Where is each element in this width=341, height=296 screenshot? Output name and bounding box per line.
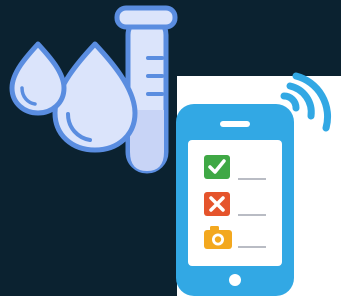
camera-lens [214,236,222,243]
phone-screen [188,140,282,266]
small-drop-body [9,41,67,116]
signal-wave-1 [280,92,300,112]
test-tube-rim [114,5,178,30]
smartphone-icon [176,104,294,296]
phone-home-button [229,274,241,286]
lab-and-phone-illustration [9,5,332,296]
large-drop-icon [52,41,138,153]
large-drop-body [52,41,138,153]
phone-speaker [220,121,250,127]
illustration-scene [0,0,341,296]
small-drop-icon [9,41,67,116]
